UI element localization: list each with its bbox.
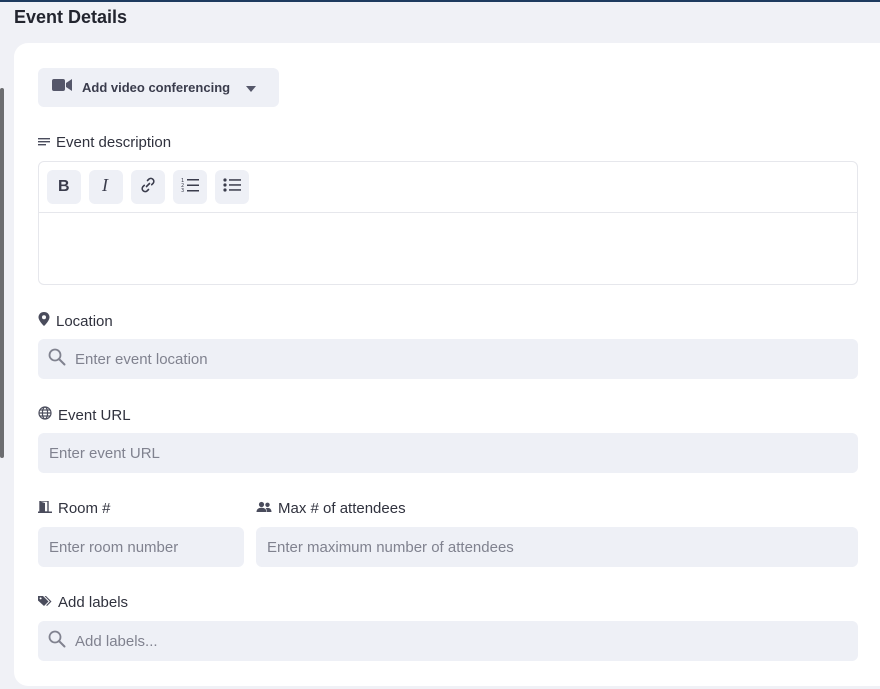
event-url-label: Event URL (38, 406, 131, 424)
bullet-list-button[interactable] (215, 170, 249, 204)
add-labels-placeholder: Add labels... (75, 632, 158, 650)
add-video-conferencing-button[interactable]: Add video conferencing (38, 68, 279, 107)
max-attendees-label: Max # of attendees (256, 500, 406, 517)
globe-icon (38, 406, 58, 424)
chevron-down-icon (246, 79, 257, 97)
door-icon (38, 500, 58, 517)
svg-text:3: 3 (181, 188, 184, 193)
add-video-conferencing-label: Add video conferencing (82, 80, 231, 95)
event-description-label-text: Event description (56, 134, 172, 151)
add-labels-input[interactable]: Add labels... (38, 621, 858, 661)
event-url-input[interactable]: Enter event URL (38, 433, 858, 473)
location-label: Location (38, 312, 113, 330)
description-editor: B I 123 (38, 161, 858, 285)
add-labels-label: Add labels (38, 594, 128, 611)
text-lines-icon (38, 134, 56, 151)
room-label: Room # (38, 500, 111, 517)
link-icon (139, 176, 157, 199)
svg-text:B: B (58, 178, 70, 193)
event-details-card: Add video conferencing Event description… (14, 43, 880, 686)
ordered-list-icon: 123 (181, 177, 199, 198)
location-placeholder: Enter event location (75, 350, 208, 368)
italic-icon: I (100, 175, 112, 198)
location-label-text: Location (56, 312, 113, 330)
page-title: Event Details (14, 7, 128, 27)
editor-toolbar: B I 123 (39, 162, 857, 213)
room-number-placeholder: Enter room number (49, 538, 179, 556)
add-labels-label-text: Add labels (58, 594, 129, 611)
location-input[interactable]: Enter event location (38, 339, 858, 379)
ordered-list-button[interactable]: 123 (173, 170, 207, 204)
link-button[interactable] (131, 170, 165, 204)
bold-button[interactable]: B (47, 170, 81, 204)
top-border (0, 0, 880, 2)
video-camera-icon (52, 78, 72, 97)
scrollbar-thumb[interactable] (0, 88, 4, 458)
svg-text:I: I (101, 177, 109, 193)
description-text-area[interactable] (39, 213, 857, 284)
italic-button[interactable]: I (89, 170, 123, 204)
search-icon (48, 348, 75, 370)
max-attendees-label-text: Max # of attendees (278, 500, 406, 517)
people-icon (256, 500, 278, 517)
event-url-placeholder: Enter event URL (49, 444, 160, 462)
event-description-label: Event description (38, 134, 171, 151)
tags-icon (38, 594, 58, 611)
max-attendees-placeholder: Enter maximum number of attendees (267, 538, 514, 556)
event-url-label-text: Event URL (58, 406, 131, 424)
search-icon (48, 630, 75, 652)
bold-icon: B (57, 177, 71, 198)
max-attendees-input[interactable]: Enter maximum number of attendees (256, 527, 858, 567)
room-number-input[interactable]: Enter room number (38, 527, 244, 567)
map-pin-icon (38, 312, 56, 330)
bullet-list-icon (223, 177, 241, 198)
room-label-text: Room # (58, 500, 111, 517)
